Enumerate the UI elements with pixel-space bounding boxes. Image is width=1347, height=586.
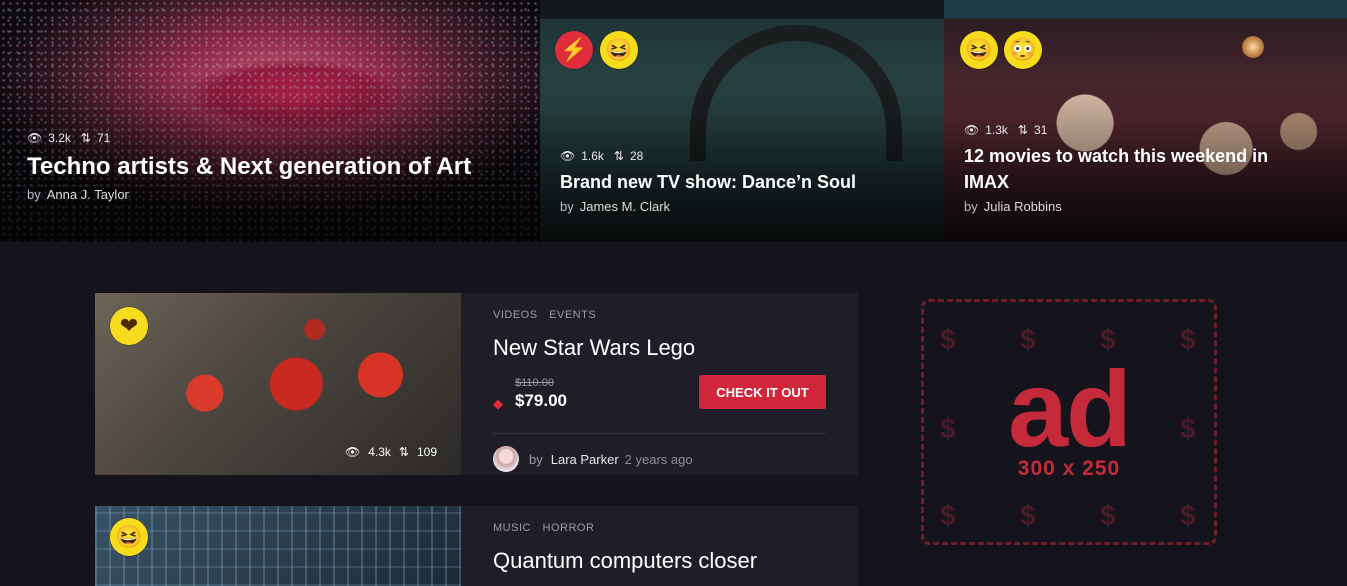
author-link[interactable]: Anna J. Taylor [47,187,129,202]
hero-card-imax-movies[interactable]: 😆 😳 👁 1.3k ⇅ 31 12 movies to watch this … [944,0,1347,242]
dollar-symbol: $ [940,500,956,531]
dollar-symbol: $ [1020,500,1036,531]
eye-icon: 👁 [560,149,576,163]
author-row: by Lara Parker 2 years ago [493,446,826,472]
category-list: MUSIC HORROR [493,522,826,534]
hero-card-dance-show[interactable]: ⚡ 😆 👁 1.6k ⇅ 28 Brand new TV show: Dance… [540,0,944,242]
old-price: $110.00 [515,377,554,389]
hero-stats: 👁 3.2k ⇅ 71 [27,131,540,145]
flash-icon[interactable]: ⚡ [555,31,593,69]
post-time: 2 years ago [624,451,693,467]
eye-icon: 👁 [964,123,980,137]
hero-title[interactable]: 12 movies to watch this weekend in IMAX [964,143,1307,195]
shares-count: 109 [416,445,437,459]
laughing-emoji-icon[interactable]: 😆 [960,31,998,69]
post-card-quantum-computers: 😆 MUSIC HORROR Quantum computers closer [95,506,858,586]
views-count: 1.3k [985,123,1008,137]
shares-arrows-icon: ⇅ [398,445,409,459]
hero-stats: 👁 1.3k ⇅ 31 [964,123,1307,137]
eye-icon: 👁 [27,131,43,145]
category-link[interactable]: VIDEOS [493,309,538,321]
check-it-out-button[interactable]: CHECK IT OUT [699,375,826,409]
shares-arrows-icon: ⇅ [80,131,91,145]
shares-arrows-icon: ⇅ [613,149,624,163]
shares-count: 71 [96,131,111,145]
post-thumbnail[interactable]: ❤ 👁 4.3k ⇅ 109 [95,293,461,475]
price-tag-icon: ◆ [493,396,503,411]
shares-arrows-icon: ⇅ [1017,123,1028,137]
views-count: 4.3k [368,445,391,459]
post-thumbnail[interactable]: 😆 [95,506,461,586]
heart-emoji-icon[interactable]: ❤ [110,307,148,345]
views-count: 3.2k [48,131,71,145]
laughing-emoji-icon[interactable]: 😆 [600,31,638,69]
hero-byline: by Anna J. Taylor [27,187,129,202]
hero-title[interactable]: Brand new TV show: Dance’n Soul [560,169,944,195]
category-link[interactable]: EVENTS [549,309,596,321]
price-row: $110.00 ◆ $79.00 CHECK IT OUT [493,375,826,419]
shares-count: 28 [629,149,644,163]
new-price: $79.00 [515,391,567,410]
hero-title[interactable]: Techno artists & Next generation of Art [27,153,540,181]
hero-card-techno-artists[interactable]: 👁 3.2k ⇅ 71 Techno artists & Next genera… [0,0,540,242]
ad-label: ad [1007,348,1132,469]
category-link[interactable]: HORROR [543,522,595,534]
dollar-symbol: $ [1100,500,1116,531]
author-link[interactable]: Lara Parker [551,452,619,467]
post-title[interactable]: New Star Wars Lego [493,335,826,361]
avatar[interactable] [493,446,519,472]
author-link[interactable]: James M. Clark [580,199,670,214]
shares-count: 31 [1033,123,1048,137]
dollar-symbol: $ [1180,324,1196,355]
dollar-symbol: $ [1180,500,1196,531]
post-title[interactable]: Quantum computers closer [493,548,826,574]
hero-byline: by Julia Robbins [964,199,1062,214]
hero-byline: by James M. Clark [560,199,671,214]
category-list: VIDEOS EVENTS [493,309,826,321]
shocked-emoji-icon[interactable]: 😳 [1004,31,1042,69]
author-link[interactable]: Julia Robbins [984,199,1062,214]
dollar-symbol: $ [940,324,956,355]
divider [493,433,826,434]
ad-placeholder[interactable]: $ $ $ $ $ $ $ $ $ $ ad 300 x 250 [921,299,1217,545]
eye-icon: 👁 [344,445,361,459]
laughing-emoji-icon[interactable]: 😆 [110,518,148,556]
views-count: 1.6k [581,149,604,163]
hero-stats: 👁 1.6k ⇅ 28 [560,149,944,163]
ad-size: 300 x 250 [1017,457,1121,480]
post-card-star-wars-lego: ❤ 👁 4.3k ⇅ 109 VIDEOS EVENTS New Star Wa… [95,293,858,475]
category-link[interactable]: MUSIC [493,522,531,534]
thumbnail-stats: 👁 4.3k ⇅ 109 [345,445,437,459]
wall-lamp [1242,36,1264,58]
